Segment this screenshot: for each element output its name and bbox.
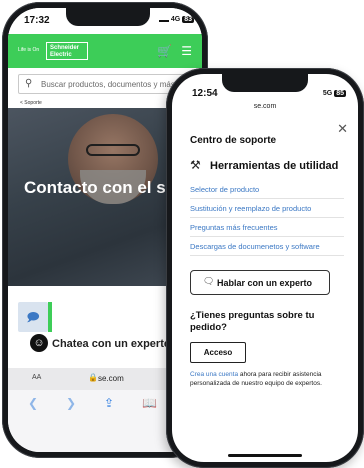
search-icon: ⚲ bbox=[25, 78, 33, 89]
tools-title: Herramientas de utilidad bbox=[210, 160, 339, 172]
front-url-domain[interactable]: se.com bbox=[172, 103, 358, 110]
link-faq[interactable]: Preguntas más frecuentes bbox=[190, 218, 344, 237]
signal-icon bbox=[158, 16, 169, 23]
url-domain[interactable]: se.com bbox=[98, 374, 124, 383]
back-arrow-icon[interactable]: ❮ bbox=[28, 396, 38, 410]
support-links: Selector de producto Sustitución y reemp… bbox=[190, 180, 344, 256]
front-phone: 12:54 5G 85 se.com ✕ Centro de soporte ⚒ … bbox=[166, 68, 364, 468]
chat-bubble-icon: 🗩 bbox=[18, 302, 48, 332]
search-placeholder: Buscar productos, documentos y más bbox=[41, 80, 175, 89]
order-question-heading: ¿Tienes preguntas sobre tu pedido? bbox=[190, 310, 315, 333]
account-note: Crea una cuenta ahora para recibir asist… bbox=[190, 370, 348, 388]
forward-arrow-icon[interactable]: ❯ bbox=[66, 396, 76, 410]
talk-to-expert-label: Hablar con un experto bbox=[217, 278, 313, 288]
schneider-logo[interactable]: Schneider Electric bbox=[46, 42, 88, 60]
cart-icon[interactable]: 🛒 bbox=[157, 44, 172, 58]
access-button[interactable]: Acceso bbox=[190, 342, 246, 363]
share-icon[interactable]: ⇪ bbox=[104, 396, 114, 410]
battery-icon: 83 bbox=[182, 16, 194, 23]
home-indicator[interactable] bbox=[228, 454, 302, 457]
chat-accent-bar bbox=[48, 302, 52, 332]
bookmarks-icon[interactable]: 📖 bbox=[142, 396, 157, 410]
create-account-link[interactable]: Crea una cuenta bbox=[190, 371, 238, 378]
back-status-time: 17:32 bbox=[24, 15, 50, 26]
text-size-button[interactable]: AA bbox=[32, 374, 41, 381]
accessibility-icon[interactable]: ☺ bbox=[30, 334, 48, 352]
back-status-bar: 17:32 4G 83 bbox=[8, 8, 202, 34]
link-downloads[interactable]: Descargas de documenetos y software bbox=[190, 237, 344, 256]
menu-icon[interactable]: ☰ bbox=[181, 44, 192, 58]
close-icon[interactable]: ✕ bbox=[337, 121, 348, 137]
link-product-replacement[interactable]: Sustitución y reemplazo de producto bbox=[190, 199, 344, 218]
front-status-network: 5G 85 bbox=[322, 90, 346, 97]
chat-icon: 🗨 bbox=[203, 276, 215, 286]
breadcrumb[interactable]: < Soporte bbox=[20, 100, 42, 106]
site-header: Life is On Schneider Electric 🛒 ☰ bbox=[8, 34, 202, 68]
chat-expert-link[interactable]: Chatea con un experto. bbox=[52, 338, 174, 350]
front-phone-screen: 12:54 5G 85 se.com ✕ Centro de soporte ⚒ … bbox=[172, 74, 358, 462]
tools-icon: ⚒ bbox=[190, 158, 201, 172]
hero-photo-glasses bbox=[86, 144, 140, 156]
link-product-selector[interactable]: Selector de producto bbox=[190, 180, 344, 199]
front-notch bbox=[222, 74, 308, 92]
back-notch bbox=[66, 8, 150, 26]
talk-to-expert-button[interactable]: 🗨 Hablar con un experto bbox=[190, 270, 330, 295]
battery-icon: 85 bbox=[334, 90, 346, 97]
panel-title: Centro de soporte bbox=[190, 135, 277, 146]
front-status-time: 12:54 bbox=[192, 88, 218, 99]
back-status-network: 4G 83 bbox=[158, 16, 194, 23]
tagline: Life is On bbox=[18, 47, 40, 53]
lock-icon: 🔒 bbox=[88, 373, 98, 382]
